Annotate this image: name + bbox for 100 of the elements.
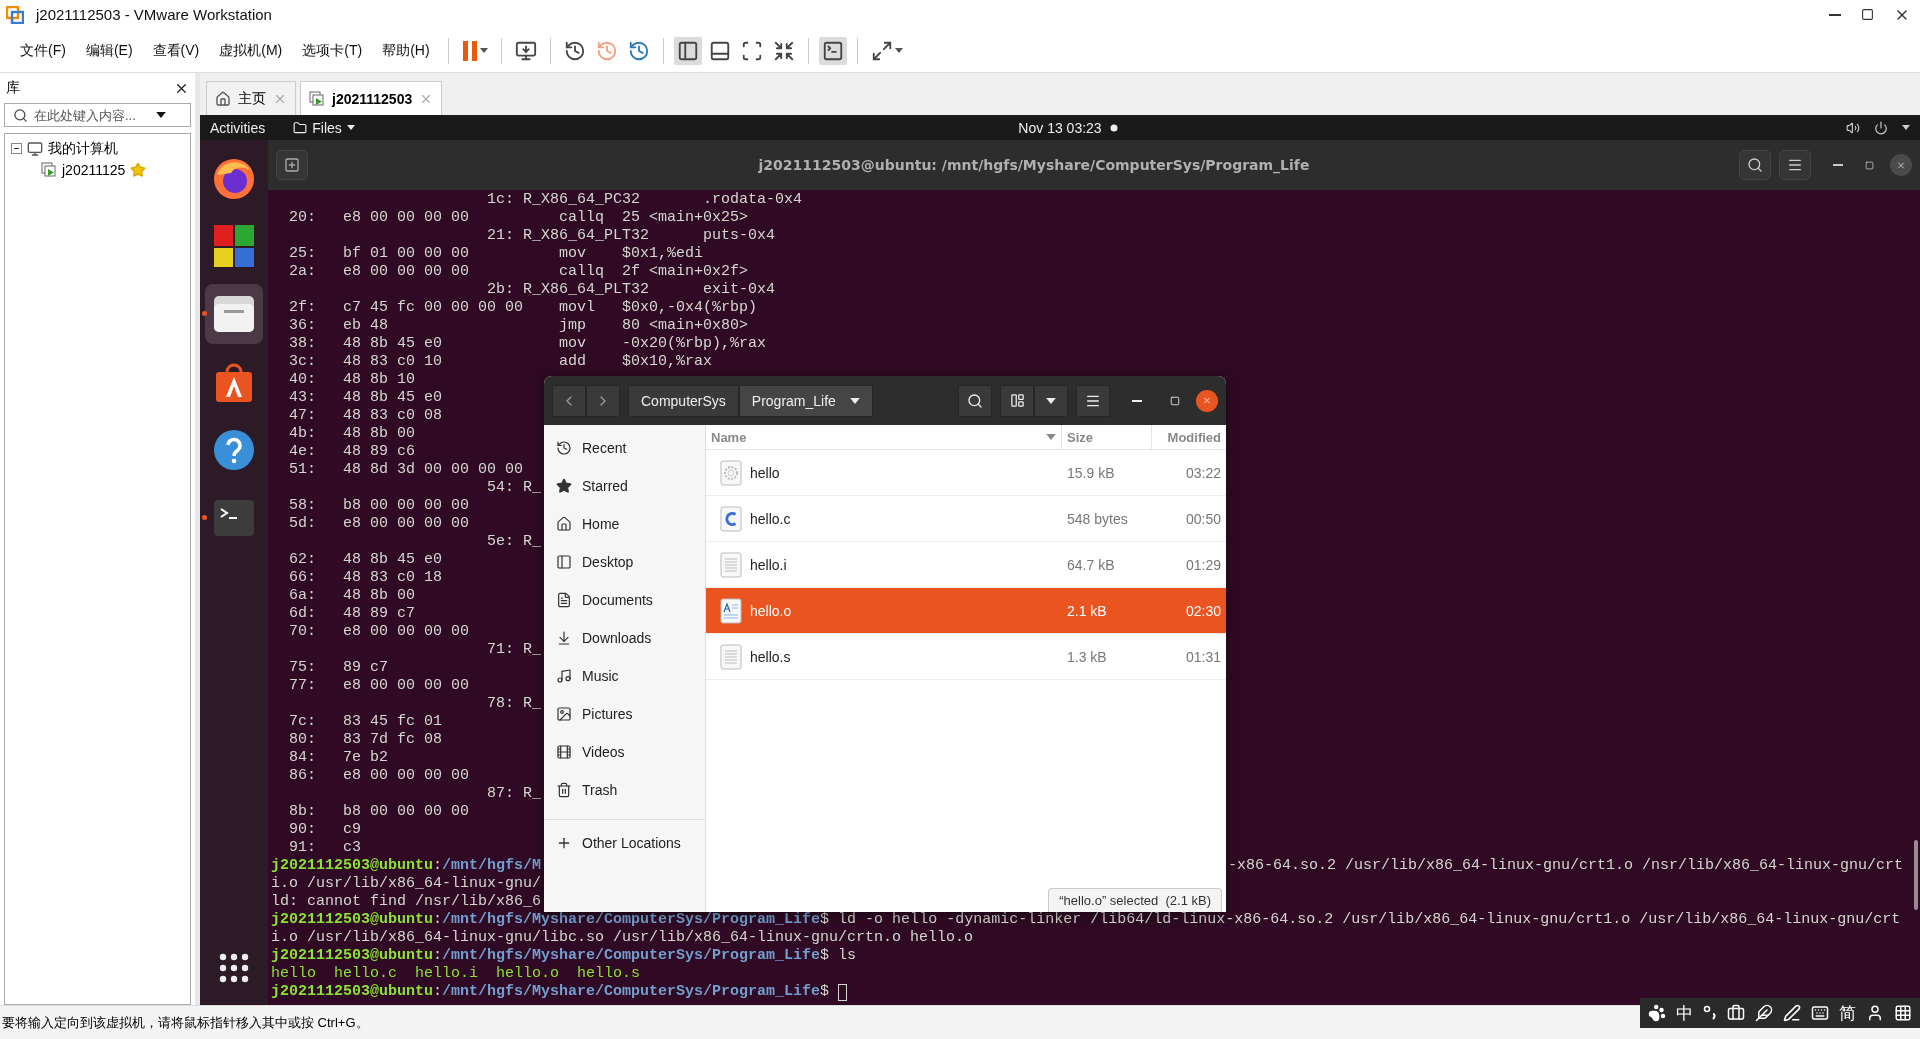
menu-button[interactable] xyxy=(1779,150,1811,180)
terminal-line: 77: e8 00 00 00 00 xyxy=(288,677,470,695)
terminal-line: 38: 48 8b 45 e0 mov -0x20(%rbp),%rax xyxy=(288,335,767,353)
sidebar-item[interactable]: Trash xyxy=(544,771,705,809)
app-menu[interactable]: Files xyxy=(293,119,355,136)
scrollbar[interactable] xyxy=(1914,840,1918,910)
minimize-icon[interactable] xyxy=(1829,13,1841,16)
activities-button[interactable]: Activities xyxy=(210,119,266,136)
punctuation-icon xyxy=(1703,1005,1717,1021)
terminal-line: 2b: R_X86_64_PLT32 exit-0x4 xyxy=(486,281,776,299)
close-button[interactable] xyxy=(1196,389,1218,412)
sidebar-item[interactable]: Documents xyxy=(544,581,705,619)
tree-item[interactable]: 我的计算机 xyxy=(48,139,118,158)
file-row[interactable]: hello.o 2.1 kB 02:30 xyxy=(706,588,1226,634)
caret-icon xyxy=(1902,125,1910,130)
dock-item[interactable] xyxy=(205,284,263,344)
terminal-line: 8b: b8 00 00 00 00 xyxy=(288,803,470,821)
input-mode-label[interactable]: 中 xyxy=(1676,1001,1693,1025)
library-view-button[interactable] xyxy=(673,36,702,65)
text-file-icon xyxy=(720,551,742,578)
close-button[interactable] xyxy=(1890,154,1912,176)
terminal-line: 7c: 83 45 fc 01 xyxy=(288,713,443,731)
sidebar-item[interactable]: Home xyxy=(544,505,705,543)
sidebar-item[interactable]: Desktop xyxy=(544,543,705,581)
sidebar-item[interactable]: Recent xyxy=(544,429,705,467)
film-icon xyxy=(556,744,572,760)
star-icon xyxy=(556,478,572,494)
menu-item[interactable]: 帮助(H) xyxy=(374,37,438,64)
new-tab-button[interactable] xyxy=(276,150,308,180)
panel-icon xyxy=(556,554,572,570)
terminal-line: 75: 89 c7 xyxy=(288,659,389,677)
input-mode-label[interactable]: 简 xyxy=(1839,1001,1856,1025)
search-field[interactable]: 在此处键入内容... xyxy=(4,103,191,127)
vm-icon xyxy=(309,90,325,107)
file-name: hello xyxy=(750,464,780,481)
forward-button[interactable] xyxy=(586,384,620,417)
file-size: 1.3 kB xyxy=(1066,648,1108,665)
menu-item[interactable]: 选项卡(T) xyxy=(294,37,371,64)
terminal-line: -x86-64.so.2 /usr/lib/x86_64-linux-gnu/crt1.o /nsr/lib/x86_64-linux-gnu/crt xyxy=(1227,857,1903,875)
menu-item[interactable]: 编辑(E) xyxy=(77,37,141,64)
column-header[interactable]: Size xyxy=(1061,425,1151,449)
caret-icon xyxy=(479,48,488,53)
tree-item[interactable]: j20211125 xyxy=(62,161,126,178)
clock[interactable]: Nov 13 03:23 xyxy=(1018,119,1102,136)
file-modified: 01:31 xyxy=(1184,648,1222,665)
menu-item[interactable]: 虚拟机(M) xyxy=(211,37,291,64)
menu-item[interactable]: 文件(F) xyxy=(12,37,74,64)
view-button[interactable] xyxy=(1000,384,1034,417)
terminal-line: 1c: R_X86_64_PC32 .rodata-0x4 xyxy=(486,191,803,209)
collapse-icon[interactable] xyxy=(11,143,22,154)
sidebar-item[interactable]: Music xyxy=(544,657,705,695)
pen-icon xyxy=(1783,1004,1801,1022)
sidebar-item[interactable]: Starred xyxy=(544,467,705,505)
person-icon xyxy=(1866,1004,1884,1022)
sidebar-item[interactable]: Videos xyxy=(544,733,705,771)
search-button[interactable] xyxy=(1739,150,1771,180)
search-button[interactable] xyxy=(958,384,992,417)
terminal-icon xyxy=(821,39,844,62)
menu-button[interactable] xyxy=(1076,384,1110,417)
path-button[interactable]: ComputerSys xyxy=(628,384,739,417)
back-button[interactable] xyxy=(552,384,586,417)
terminal-line: 5d: e8 00 00 00 00 xyxy=(288,515,470,533)
terminal-line: i.o /usr/lib/x86_64-linux-gnu/libc.so /usr/lib/x86_64-linux-gnu/crtn.o hello.o xyxy=(271,929,974,947)
history-icon xyxy=(563,39,586,62)
minimize-icon[interactable] xyxy=(1132,399,1142,402)
search-icon xyxy=(967,392,983,409)
file-size: 64.7 kB xyxy=(1066,556,1116,573)
sidebar-item[interactable]: Other Locations xyxy=(544,824,705,862)
console-button[interactable] xyxy=(818,36,847,65)
menu-item[interactable]: 查看(V) xyxy=(144,37,208,64)
column-header[interactable]: Name xyxy=(706,425,1061,449)
file-name: hello.i xyxy=(750,556,787,573)
column-header[interactable]: Modified xyxy=(1151,425,1226,449)
selection-status: “hello.o” selected (2.1 kB) xyxy=(1048,888,1222,912)
sidebar-label: Documents xyxy=(582,592,653,608)
path-button[interactable]: Program_Life xyxy=(738,384,873,417)
maximize-icon xyxy=(1865,160,1874,170)
c-source-file-icon xyxy=(720,505,742,532)
briefcase-icon xyxy=(1727,1004,1745,1022)
terminal-line: 80: 83 7d fc 08 xyxy=(288,731,443,749)
panel-bottom-icon xyxy=(708,39,731,62)
terminal-line: 90: c9 xyxy=(288,821,361,839)
sidebar-item[interactable]: Pictures xyxy=(544,695,705,733)
terminal-line: 43: 48 8b 45 e0 xyxy=(288,389,443,407)
terminal-line: 62: 48 8b 45 e0 xyxy=(288,551,443,569)
tab[interactable]: j2021112503 xyxy=(300,81,443,115)
app-grid-icon[interactable] xyxy=(219,953,249,983)
search-icon xyxy=(1747,157,1763,173)
music-icon xyxy=(556,668,572,684)
grid-icon xyxy=(1894,1004,1912,1022)
maximize-icon xyxy=(1861,8,1874,21)
view-options-button[interactable] xyxy=(1034,384,1068,417)
sidebar-item[interactable]: Downloads xyxy=(544,619,705,657)
terminal-line: 47: 48 83 c0 08 xyxy=(288,407,443,425)
terminal-line: 4b: 48 8b 00 xyxy=(288,425,416,443)
terminal-line: 40: 48 8b 10 xyxy=(288,371,416,389)
home-icon xyxy=(556,516,572,532)
terminal-line: 70: e8 00 00 00 00 xyxy=(288,623,470,641)
tab[interactable]: 主页 xyxy=(206,81,296,115)
file-name: hello.s xyxy=(750,648,791,665)
